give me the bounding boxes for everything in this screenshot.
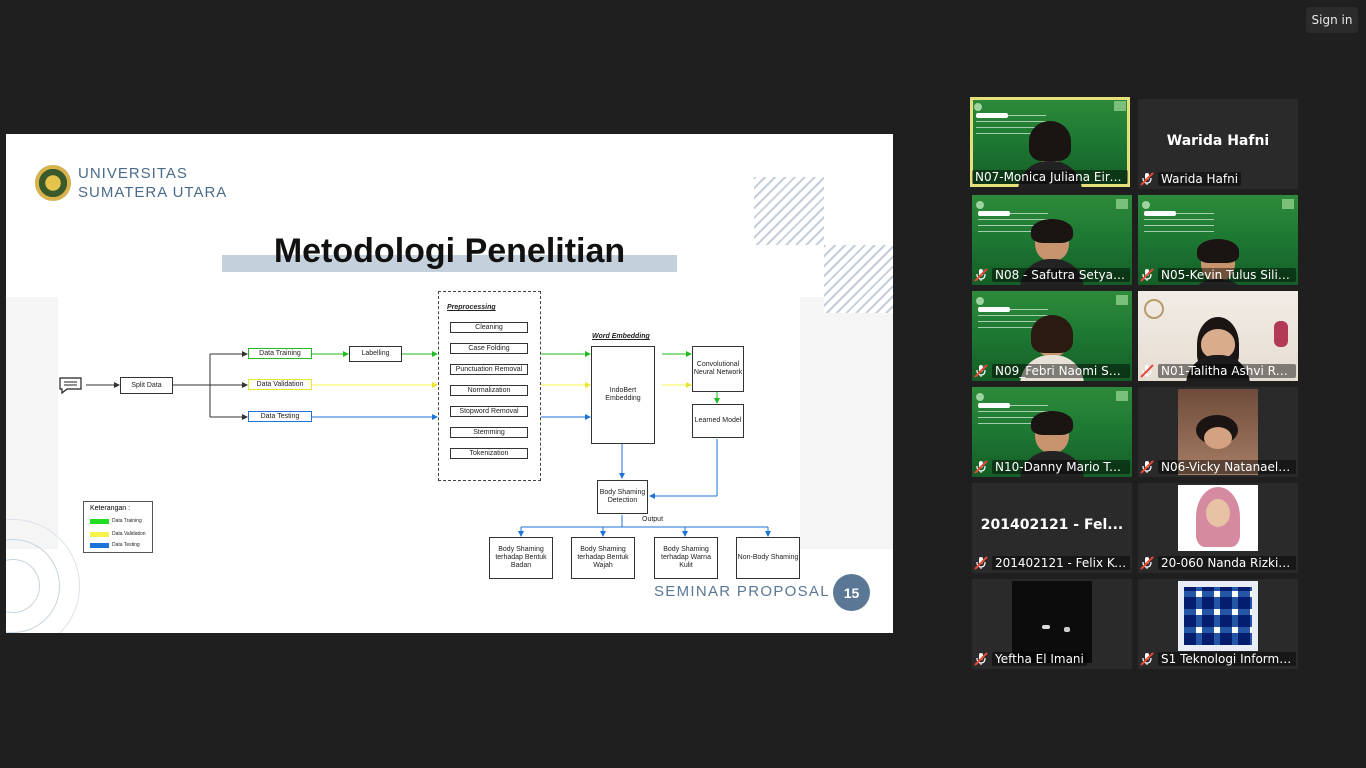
mic-muted-icon [1140, 459, 1154, 474]
mic-muted-icon [974, 459, 988, 474]
participant-display-name: 201402121 - Fel... [980, 517, 1124, 533]
preprocessing-step: Cleaning [450, 322, 528, 333]
preprocessing-step: Stopword Removal [450, 406, 528, 417]
word-embedding-label: Word Embedding [592, 333, 650, 340]
institution-logo [1178, 581, 1258, 651]
data-testing-box: Data Testing [248, 411, 312, 422]
participant-name: N01-Talitha Ashvi Ray... [1158, 363, 1296, 378]
participant-name: N10-Danny Mario Tu... [992, 459, 1130, 474]
mic-muted-icon [974, 651, 988, 666]
preprocessing-step: Punctuation Removal [450, 364, 528, 375]
diagram-legend: Keterangan : Data Training Data Validati… [83, 501, 153, 553]
participant-tile[interactable]: Yeftha El Imani [972, 579, 1132, 669]
participant-tile[interactable]: N01-Talitha Ashvi Ray... [1138, 291, 1298, 381]
output-box: Body Shaming terhadap Bentuk Badan [489, 537, 553, 579]
legend-swatch [90, 532, 109, 537]
participant-name: Warida Hafni [1158, 171, 1242, 186]
preprocessing-step: Stemming [450, 427, 528, 438]
participant-display-name: Warida Hafni [1166, 133, 1270, 149]
mic-muted-icon [1140, 651, 1154, 666]
participant-tile[interactable]: N10-Danny Mario Tu... [972, 387, 1132, 477]
legend-swatch [90, 543, 109, 548]
mic-muted-icon [974, 363, 988, 378]
participant-tile[interactable]: S1 Teknologi Informasi [1138, 579, 1298, 669]
cnn-box: Convolutional Neural Network [692, 346, 744, 392]
participant-tile[interactable]: 201402121 - Fel... 201402121 - Felix Kur… [972, 483, 1132, 573]
output-label: Output [642, 516, 664, 523]
mic-muted-icon [1140, 363, 1154, 378]
output-box: Non-Body Shaming [736, 537, 800, 579]
mic-muted-icon [1140, 267, 1154, 282]
participant-tile[interactable]: N05-Kevin Tulus Silito... [1138, 195, 1298, 285]
participant-name: S1 Teknologi Informasi [1158, 651, 1296, 666]
labelling-box: Labelling [349, 346, 402, 362]
legend-swatch [90, 519, 109, 524]
sign-in-button[interactable]: Sign in [1306, 7, 1358, 33]
page-number: 15 [833, 574, 870, 611]
data-validation-box: Data Validation [248, 379, 312, 390]
preprocessing-step: Normalization [450, 385, 528, 396]
participant-tile[interactable]: N08 - Safutra Setya A... [972, 195, 1132, 285]
split-data-box: Split Data [120, 377, 173, 394]
preprocessing-step: Tokenization [450, 448, 528, 459]
chat-icon [59, 377, 82, 395]
learned-model-box: Learned Model [692, 404, 744, 438]
detection-box: Body Shaming Detection [597, 480, 648, 514]
output-box: Body Shaming terhadap Warna Kulit [654, 537, 718, 579]
participant-name: N05-Kevin Tulus Silito... [1158, 267, 1296, 282]
mic-muted-icon [1140, 171, 1154, 186]
mic-muted-icon [974, 555, 988, 570]
mic-muted-icon [974, 267, 988, 282]
participant-name: Yeftha El Imani [992, 651, 1087, 666]
participant-name: 201402121 - Felix Kur... [992, 555, 1130, 570]
participant-tile[interactable]: N09_Febri Naomi Sof... [972, 291, 1132, 381]
preprocessing-step: Case Folding [450, 343, 528, 354]
participant-tile[interactable]: N06-Vicky Natanael S... [1138, 387, 1298, 477]
preprocessing-label: Preprocessing [447, 304, 496, 311]
participant-name: N08 - Safutra Setya A... [992, 267, 1130, 282]
participant-name: N06-Vicky Natanael S... [1158, 459, 1296, 474]
participant-tile[interactable]: N07-Monica Juliana Eire... [970, 97, 1130, 187]
participant-name: 20-060 Nanda Rizki A... [1158, 555, 1296, 570]
indobert-box: IndoBert Embedding [591, 346, 655, 444]
participant-name: N07-Monica Juliana Eire... [972, 169, 1128, 184]
participant-photo [1178, 485, 1258, 551]
data-training-box: Data Training [248, 348, 312, 359]
mic-muted-icon [1140, 555, 1154, 570]
participant-tile[interactable]: Warida Hafni Warida Hafni [1138, 99, 1298, 189]
shared-slide: UNIVERSITAS SUMATERA UTARA Metodologi Pe… [6, 134, 893, 633]
output-box: Body Shaming terhadap Bentuk Wajah [571, 537, 635, 579]
participant-name: N09_Febri Naomi Sof... [992, 363, 1130, 378]
participant-tile[interactable]: 20-060 Nanda Rizki A... [1138, 483, 1298, 573]
slide-footer: SEMINAR PROPOSAL [654, 583, 830, 600]
